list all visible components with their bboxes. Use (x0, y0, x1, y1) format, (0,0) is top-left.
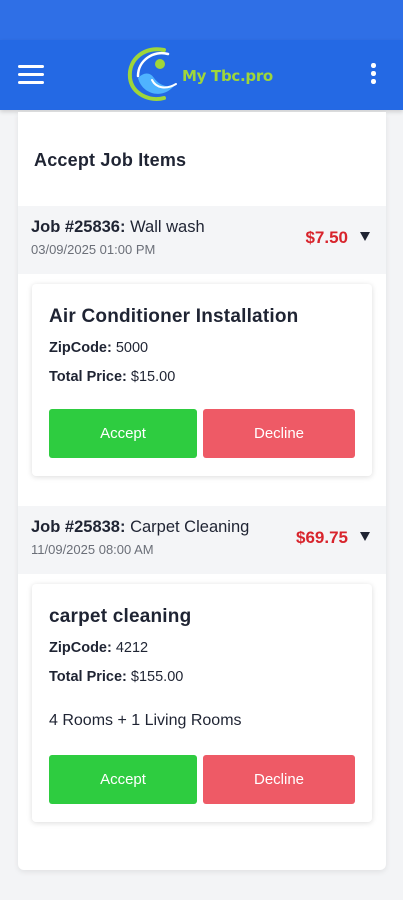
job-name: Wall wash (130, 218, 205, 236)
zipcode-field: ZipCode: 5000 (49, 340, 148, 356)
zipcode-label: ZipCode: (49, 340, 112, 356)
logo-text: My Tbc.pro (182, 67, 273, 85)
zipcode-value: 5000 (115, 340, 149, 356)
job-header[interactable]: Job #25836: Wall wash 03/09/2025 01:00 P… (18, 206, 386, 274)
zipcode-label: ZipCode: (49, 640, 112, 656)
more-vertical-icon[interactable] (366, 61, 380, 89)
job-number: Job #25836: (31, 218, 126, 236)
logo-mark (127, 47, 177, 101)
job-date: 11/09/2025 08:00 AM (31, 542, 154, 557)
status-bar (0, 0, 403, 40)
total-price-field: Total Price: $15.00 (49, 369, 175, 385)
job-date: 03/09/2025 01:00 PM (31, 242, 156, 257)
total-price-field: Total Price: $155.00 (49, 669, 183, 685)
item-title: carpet cleaning (49, 606, 192, 627)
accept-button[interactable]: Accept (49, 409, 197, 458)
job-title: Job #25836: Wall wash (31, 218, 205, 237)
job-price: $69.75 (296, 528, 348, 547)
job-name: Carpet Cleaning (130, 518, 250, 536)
decline-button[interactable]: Decline (203, 409, 355, 458)
job-price: $7.50 (305, 228, 348, 247)
accept-button[interactable]: Accept (49, 755, 197, 804)
total-price-label: Total Price: (49, 369, 127, 385)
zipcode-field: ZipCode: 4212 (49, 640, 148, 656)
caret-down-icon[interactable] (360, 232, 370, 241)
decline-button[interactable]: Decline (203, 755, 355, 804)
page-title: Accept Job Items (34, 150, 187, 170)
job-number: Job #25838: (31, 518, 126, 536)
caret-down-icon[interactable] (360, 532, 370, 541)
job-title: Job #25838: Carpet Cleaning (31, 518, 249, 537)
job-header[interactable]: Job #25838: Carpet Cleaning 11/09/2025 0… (18, 506, 386, 574)
accept-job-items-panel: Accept Job Items Job #25836: Wall wash 0… (18, 112, 386, 870)
job-item-card: carpet cleaning ZipCode: 4212 Total Pric… (32, 584, 372, 822)
app-logo: My Tbc.pro (124, 44, 284, 106)
job-item-card: Air Conditioner Installation ZipCode: 50… (32, 284, 372, 476)
item-title: Air Conditioner Installation (49, 306, 299, 327)
app-bar: My Tbc.pro (0, 40, 403, 110)
item-details: 4 Rooms + 1 Living Rooms (49, 712, 242, 729)
total-price-label: Total Price: (49, 669, 127, 685)
zipcode-value: 4212 (115, 640, 149, 656)
total-price-value: $155.00 (130, 669, 184, 685)
total-price-value: $15.00 (130, 369, 176, 385)
hamburger-menu-icon[interactable] (18, 65, 44, 85)
